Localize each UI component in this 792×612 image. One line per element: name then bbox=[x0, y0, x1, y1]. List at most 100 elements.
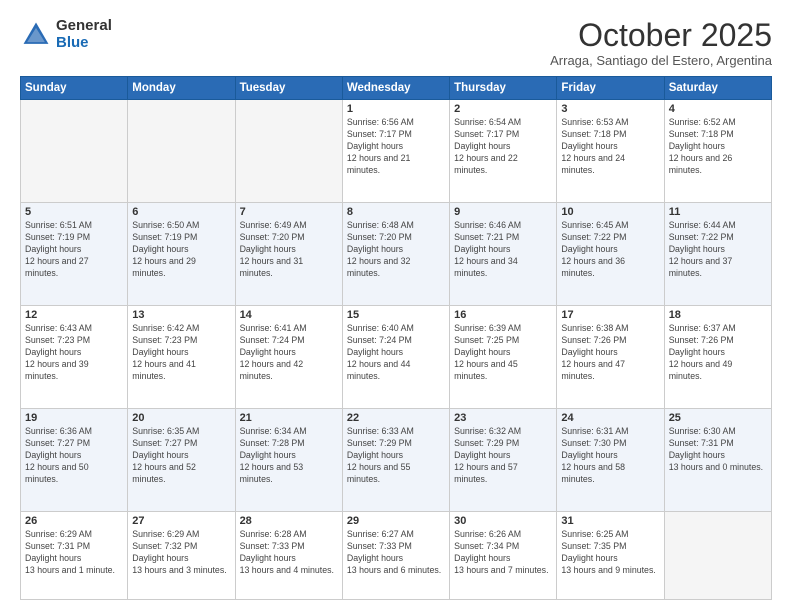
day-number: 18 bbox=[669, 309, 767, 321]
day-info: Sunrise: 6:33 AMSunset: 7:29 PMDaylight … bbox=[347, 426, 445, 485]
calendar-cell: 24 Sunrise: 6:31 AMSunset: 7:30 PMDayligh… bbox=[557, 409, 664, 512]
day-info: Sunrise: 6:49 AMSunset: 7:20 PMDaylight … bbox=[240, 220, 338, 279]
day-info: Sunrise: 6:53 AMSunset: 7:18 PMDaylight … bbox=[561, 117, 659, 176]
calendar-header-saturday: Saturday bbox=[664, 77, 771, 100]
logo-icon bbox=[20, 19, 52, 51]
calendar-cell: 6Sunrise: 6:50 AMSunset: 7:19 PMDaylight… bbox=[128, 203, 235, 306]
day-number: 5 bbox=[25, 206, 123, 218]
calendar-cell: 4Sunrise: 6:52 AMSunset: 7:18 PMDaylight… bbox=[664, 100, 771, 203]
calendar-cell: 22 Sunrise: 6:33 AMSunset: 7:29 PMDayligh… bbox=[342, 409, 449, 512]
calendar-header-sunday: Sunday bbox=[21, 77, 128, 100]
calendar-cell bbox=[235, 100, 342, 203]
day-info: Sunrise: 6:56 AMSunset: 7:17 PMDaylight … bbox=[347, 117, 445, 176]
logo-text: General Blue bbox=[56, 18, 112, 51]
calendar-header-friday: Friday bbox=[557, 77, 664, 100]
day-info: Sunrise: 6:31 AMSunset: 7:30 PMDaylight … bbox=[561, 426, 659, 485]
day-info: Sunrise: 6:39 AMSunset: 7:25 PMDaylight … bbox=[454, 323, 552, 382]
day-info: Sunrise: 6:34 AMSunset: 7:28 PMDaylight … bbox=[240, 426, 338, 485]
day-info: Sunrise: 6:25 AMSunset: 7:35 PMDaylight … bbox=[561, 529, 659, 577]
day-number: 2 bbox=[454, 103, 552, 115]
day-info: Sunrise: 6:35 AMSunset: 7:27 PMDaylight … bbox=[132, 426, 230, 485]
day-info: Sunrise: 6:42 AMSunset: 7:23 PMDaylight … bbox=[132, 323, 230, 382]
day-number: 29 bbox=[347, 515, 445, 527]
day-number: 11 bbox=[669, 206, 767, 218]
day-number: 4 bbox=[669, 103, 767, 115]
calendar-cell: 11Sunrise: 6:44 AMSunset: 7:22 PMDayligh… bbox=[664, 203, 771, 306]
calendar-cell: 1 Sunrise: 6:56 AMSunset: 7:17 PMDaylight… bbox=[342, 100, 449, 203]
day-number: 31 bbox=[561, 515, 659, 527]
calendar-cell: 25Sunrise: 6:30 AMSunset: 7:31 PMDayligh… bbox=[664, 409, 771, 512]
month-title: October 2025 bbox=[550, 18, 772, 53]
calendar-cell: 20 Sunrise: 6:35 AMSunset: 7:27 PMDayligh… bbox=[128, 409, 235, 512]
day-number: 20 bbox=[132, 412, 230, 424]
calendar-cell bbox=[21, 100, 128, 203]
day-number: 15 bbox=[347, 309, 445, 321]
day-info: Sunrise: 6:32 AMSunset: 7:29 PMDaylight … bbox=[454, 426, 552, 485]
calendar-header-row: SundayMondayTuesdayWednesdayThursdayFrid… bbox=[21, 77, 772, 100]
calendar-cell: 31 Sunrise: 6:25 AMSunset: 7:35 PMDayligh… bbox=[557, 512, 664, 600]
day-info: Sunrise: 6:45 AMSunset: 7:22 PMDaylight … bbox=[561, 220, 659, 279]
logo: General Blue bbox=[20, 18, 112, 51]
day-number: 17 bbox=[561, 309, 659, 321]
calendar-table: SundayMondayTuesdayWednesdayThursdayFrid… bbox=[20, 76, 772, 600]
day-number: 24 bbox=[561, 412, 659, 424]
calendar-cell bbox=[664, 512, 771, 600]
day-number: 22 bbox=[347, 412, 445, 424]
day-info: Sunrise: 6:46 AMSunset: 7:21 PMDaylight … bbox=[454, 220, 552, 279]
day-number: 10 bbox=[561, 206, 659, 218]
day-number: 1 bbox=[347, 103, 445, 115]
calendar-cell: 15 Sunrise: 6:40 AMSunset: 7:24 PMDayligh… bbox=[342, 306, 449, 409]
calendar-header-thursday: Thursday bbox=[450, 77, 557, 100]
day-number: 12 bbox=[25, 309, 123, 321]
calendar-week-row: 26Sunrise: 6:29 AMSunset: 7:31 PMDayligh… bbox=[21, 512, 772, 600]
day-info: Sunrise: 6:30 AMSunset: 7:31 PMDaylight … bbox=[669, 426, 767, 474]
calendar-cell: 14Sunrise: 6:41 AMSunset: 7:24 PMDayligh… bbox=[235, 306, 342, 409]
calendar-cell: 3 Sunrise: 6:53 AMSunset: 7:18 PMDaylight… bbox=[557, 100, 664, 203]
calendar-cell: 12 Sunrise: 6:43 AMSunset: 7:23 PMDayligh… bbox=[21, 306, 128, 409]
day-number: 7 bbox=[240, 206, 338, 218]
day-number: 19 bbox=[25, 412, 123, 424]
calendar-week-row: 5 Sunrise: 6:51 AMSunset: 7:19 PMDaylight… bbox=[21, 203, 772, 306]
day-number: 26 bbox=[25, 515, 123, 527]
calendar-cell: 29 Sunrise: 6:27 AMSunset: 7:33 PMDayligh… bbox=[342, 512, 449, 600]
day-info: Sunrise: 6:40 AMSunset: 7:24 PMDaylight … bbox=[347, 323, 445, 382]
logo-blue: Blue bbox=[56, 35, 112, 52]
day-number: 8 bbox=[347, 206, 445, 218]
calendar-cell: 19 Sunrise: 6:36 AMSunset: 7:27 PMDayligh… bbox=[21, 409, 128, 512]
day-info: Sunrise: 6:38 AMSunset: 7:26 PMDaylight … bbox=[561, 323, 659, 382]
calendar-header-monday: Monday bbox=[128, 77, 235, 100]
calendar-cell: 23 Sunrise: 6:32 AMSunset: 7:29 PMDayligh… bbox=[450, 409, 557, 512]
calendar-cell: 5 Sunrise: 6:51 AMSunset: 7:19 PMDaylight… bbox=[21, 203, 128, 306]
calendar-week-row: 1 Sunrise: 6:56 AMSunset: 7:17 PMDaylight… bbox=[21, 100, 772, 203]
day-info: Sunrise: 6:43 AMSunset: 7:23 PMDaylight … bbox=[25, 323, 123, 382]
page: General Blue October 2025 Arraga, Santia… bbox=[0, 0, 792, 612]
calendar-cell bbox=[128, 100, 235, 203]
day-info: Sunrise: 6:28 AMSunset: 7:33 PMDaylight … bbox=[240, 529, 338, 577]
day-info: Sunrise: 6:48 AMSunset: 7:20 PMDaylight … bbox=[347, 220, 445, 279]
calendar-cell: 18 Sunrise: 6:37 AMSunset: 7:26 PMDayligh… bbox=[664, 306, 771, 409]
calendar-week-row: 12 Sunrise: 6:43 AMSunset: 7:23 PMDayligh… bbox=[21, 306, 772, 409]
day-info: Sunrise: 6:26 AMSunset: 7:34 PMDaylight … bbox=[454, 529, 552, 577]
day-info: Sunrise: 6:27 AMSunset: 7:33 PMDaylight … bbox=[347, 529, 445, 577]
day-number: 9 bbox=[454, 206, 552, 218]
day-info: Sunrise: 6:29 AMSunset: 7:32 PMDaylight … bbox=[132, 529, 230, 577]
day-number: 28 bbox=[240, 515, 338, 527]
day-number: 3 bbox=[561, 103, 659, 115]
day-number: 23 bbox=[454, 412, 552, 424]
location-subtitle: Arraga, Santiago del Estero, Argentina bbox=[550, 53, 772, 68]
calendar-cell: 9 Sunrise: 6:46 AMSunset: 7:21 PMDaylight… bbox=[450, 203, 557, 306]
day-number: 13 bbox=[132, 309, 230, 321]
calendar-cell: 7 Sunrise: 6:49 AMSunset: 7:20 PMDaylight… bbox=[235, 203, 342, 306]
day-info: Sunrise: 6:36 AMSunset: 7:27 PMDaylight … bbox=[25, 426, 123, 485]
calendar-cell: 16Sunrise: 6:39 AMSunset: 7:25 PMDayligh… bbox=[450, 306, 557, 409]
day-number: 30 bbox=[454, 515, 552, 527]
title-block: October 2025 Arraga, Santiago del Estero… bbox=[550, 18, 772, 68]
day-number: 21 bbox=[240, 412, 338, 424]
calendar-cell: 8 Sunrise: 6:48 AMSunset: 7:20 PMDaylight… bbox=[342, 203, 449, 306]
calendar-cell: 27 Sunrise: 6:29 AMSunset: 7:32 PMDayligh… bbox=[128, 512, 235, 600]
calendar-cell: 2Sunrise: 6:54 AMSunset: 7:17 PMDaylight… bbox=[450, 100, 557, 203]
day-number: 27 bbox=[132, 515, 230, 527]
day-info: Sunrise: 6:37 AMSunset: 7:26 PMDaylight … bbox=[669, 323, 767, 382]
day-info: Sunrise: 6:51 AMSunset: 7:19 PMDaylight … bbox=[25, 220, 123, 279]
calendar-cell: 17 Sunrise: 6:38 AMSunset: 7:26 PMDayligh… bbox=[557, 306, 664, 409]
